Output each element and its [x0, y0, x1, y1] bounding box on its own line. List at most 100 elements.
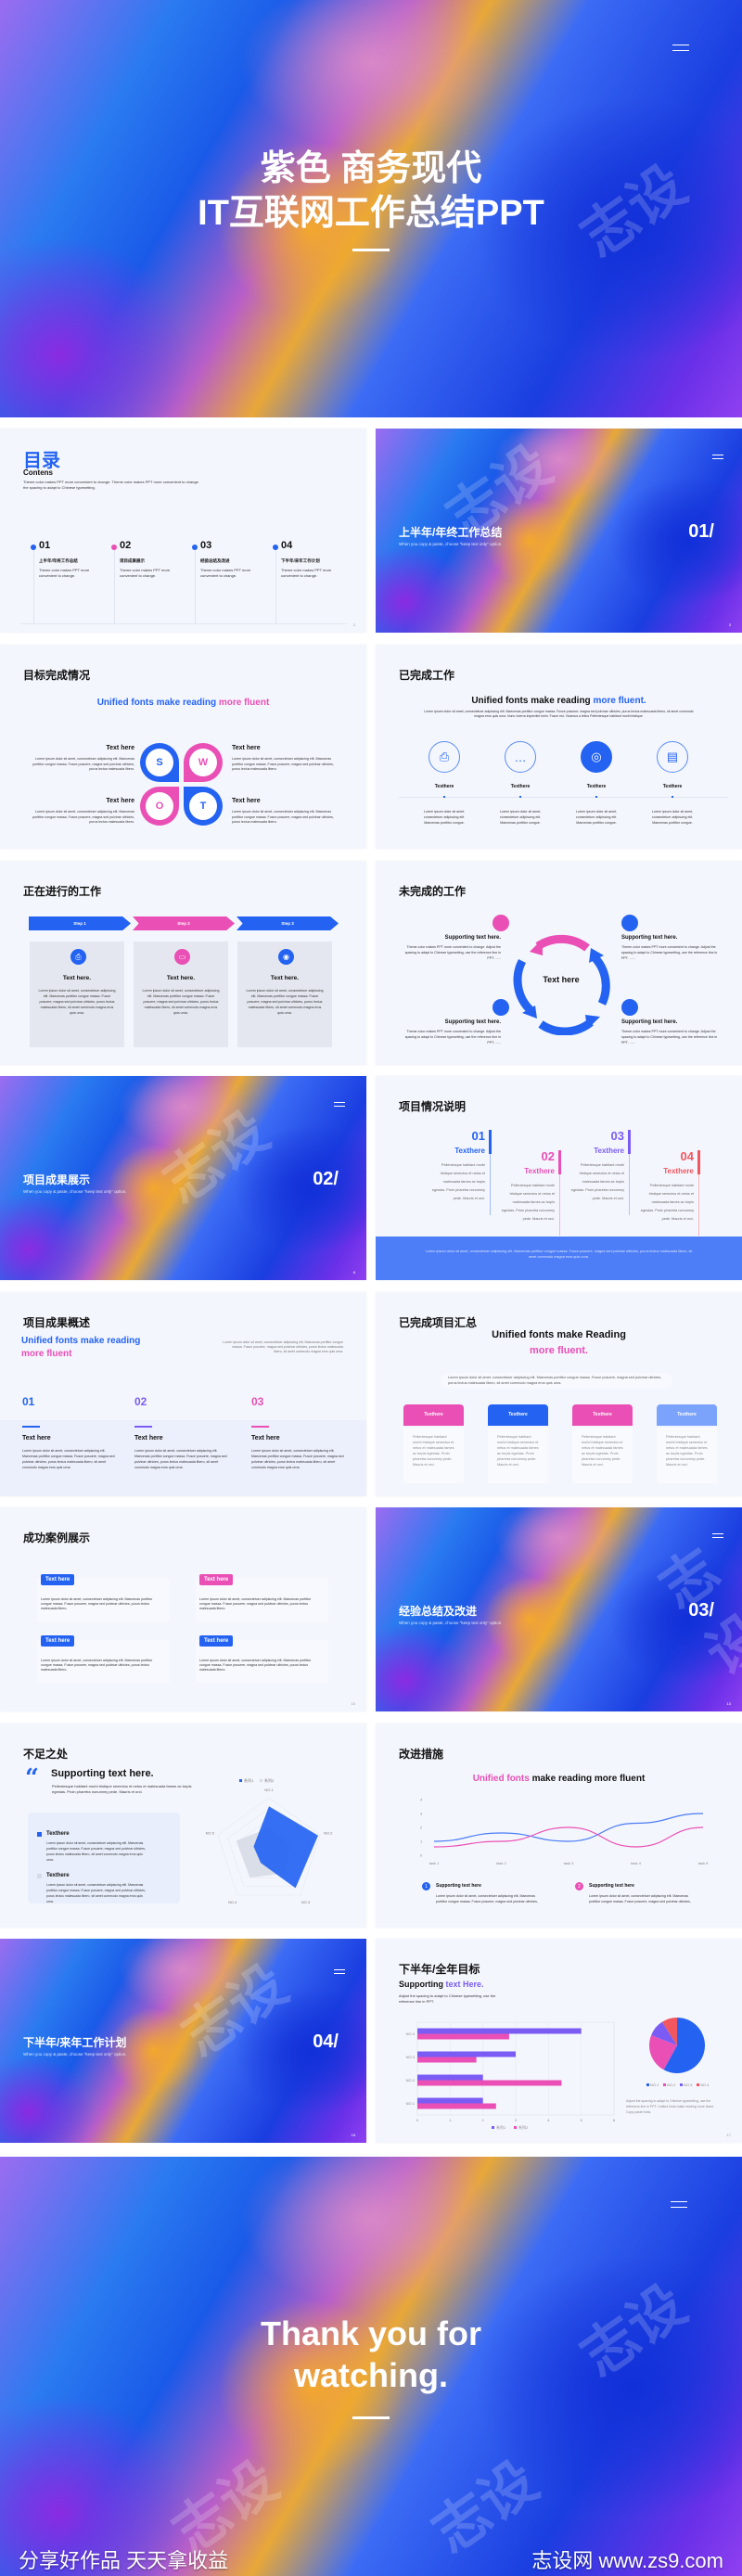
swot-item-text: Lorem ipsum dolor sit amet, consectetuer… — [32, 757, 134, 771]
status-line — [490, 1154, 491, 1215]
contents-number: 03 — [200, 540, 212, 551]
menu-icon[interactable] — [712, 1533, 723, 1538]
step-arrow-3: Step 3 — [237, 916, 339, 930]
bar — [417, 2080, 562, 2086]
section-subtitle: When you copy & paste, choose "keep text… — [23, 2052, 127, 2057]
case-tag[interactable]: Text here — [41, 1574, 75, 1585]
menu-icon[interactable] — [672, 45, 689, 51]
line-series — [433, 1826, 704, 1848]
item-label: Texthere — [434, 784, 454, 789]
legend-label: 系列2 — [264, 1777, 275, 1783]
goals-desc: Adjust the spacing to adapt to Chinese t… — [399, 1993, 496, 2004]
menu-icon[interactable] — [334, 1969, 345, 1974]
page-number: 2 — [352, 622, 355, 627]
case-tag[interactable]: Text here — [199, 1635, 234, 1647]
contents-item-title[interactable]: 上半年/年终工作总结 — [39, 558, 78, 564]
bar-chart: 0 1 2 3 4 5 6 NO.1 NO.2 NO.3 NO.4 系列1 系列2 — [406, 2021, 616, 2130]
swot-item-title: Text here — [232, 745, 261, 751]
y-tick-label: NO.2 — [406, 2078, 416, 2083]
legend-label: 系列2 — [518, 2124, 529, 2130]
swot-w: W — [184, 743, 223, 782]
cycle-arrowhead — [585, 1015, 600, 1030]
page-number: 8 — [352, 1270, 355, 1275]
summary-tab[interactable]: Texthere — [488, 1404, 548, 1426]
headline: Unified fonts make reading more fluent — [376, 1774, 742, 1784]
contents-item-desc: Theme color makes PPT more convenient to… — [39, 568, 90, 578]
item-line — [194, 550, 196, 623]
card-title: Text here. — [166, 975, 196, 981]
legend-label: 系列1 — [496, 2124, 506, 2130]
case-tag[interactable]: Text here — [41, 1635, 75, 1647]
target-icon — [493, 999, 509, 1016]
contents-item-title[interactable]: 下半年/来年工作计划 — [281, 558, 320, 564]
status-number: 04 — [680, 1149, 694, 1163]
y-tick-label: NO.1 — [406, 2101, 416, 2106]
summary-tab[interactable]: Texthere — [403, 1404, 464, 1426]
slide-title: 下半年/全年目标 — [399, 1963, 480, 1976]
status-bar — [697, 1150, 700, 1174]
page-number: 10 — [351, 1701, 355, 1706]
timeline-dot — [672, 796, 673, 798]
contents-item-desc: Theme color makes PPT more convenient to… — [200, 568, 251, 578]
summary-tab[interactable]: Texthere — [657, 1404, 717, 1426]
x-tick-label: 0 — [416, 2118, 419, 2122]
swot-item-text: Lorem ipsum dolor sit amet, consectetuer… — [232, 757, 334, 771]
slide-title: 已完成工作 — [399, 669, 455, 682]
x-tick-label: 2 — [482, 2118, 485, 2122]
thanks-line-1: Thank you for — [260, 2314, 481, 2352]
item-text: Theme color makes PPT more convenient to… — [404, 1030, 501, 1044]
headline-part: Unified fonts make reading — [471, 696, 594, 706]
watermark: 志设 — [421, 2449, 549, 2565]
status-line — [559, 1174, 560, 1236]
watermark: 志设 — [152, 1099, 280, 1215]
result-number: 02 — [134, 1395, 147, 1408]
section-number: 02/ — [313, 1169, 339, 1189]
quote-title: Supporting text here. — [51, 1768, 154, 1779]
contents-item-title[interactable]: 经验总结及改进 — [200, 558, 230, 564]
swot-slide: 目标完成情况 Unified fonts make reading more f… — [0, 645, 366, 849]
x-tick-label: 6 — [613, 2118, 616, 2122]
footer-site[interactable]: 志设网 www.zs9.com — [531, 2544, 723, 2574]
swot-letter: T — [189, 792, 217, 820]
bar — [417, 2103, 496, 2109]
y-tick-label: NO.3 — [406, 2055, 416, 2059]
timeline-dot — [595, 796, 597, 798]
slide-title: 成功案例展示 — [23, 1532, 91, 1544]
bar — [417, 2097, 483, 2104]
x-tick-label: task 2 — [496, 1861, 506, 1865]
item-text: Lorem ipsum dolor sit amet, consectetuer… — [575, 810, 618, 825]
legend-swatch — [514, 2126, 517, 2129]
timeline-dot — [519, 796, 521, 798]
slide-title: 目标完成情况 — [23, 669, 91, 682]
item-text: Lorem ipsum dolor sit amet, consectetuer… — [436, 1894, 538, 1903]
status-number: 02 — [541, 1149, 555, 1163]
status-label: Texthere — [524, 1167, 555, 1175]
document-icon — [493, 915, 509, 931]
y-tick-label: 3 — [420, 1812, 423, 1816]
menu-icon[interactable] — [334, 1102, 345, 1107]
menu-icon[interactable] — [671, 2201, 687, 2208]
headline-part: Unified fonts make reading — [96, 698, 219, 708]
contents-number: 01 — [39, 540, 51, 551]
swot-letter: W — [189, 749, 217, 776]
contents-item-title[interactable]: 项目成果展示 — [120, 558, 145, 564]
watermark: 志设 — [171, 1953, 299, 2069]
thanks-slide: 志设 志设 志设 Thank you for watching. 分享好作品 天… — [0, 2157, 742, 2576]
project-status-slide: 项目情况说明 Lorem ipsum dolor sit amet, conse… — [376, 1076, 742, 1280]
case-text: Lorem ipsum dolor sit amet, consectetuer… — [199, 1659, 312, 1672]
item-text: Lorem ipsum dolor sit amet, consectetuer… — [589, 1894, 691, 1903]
menu-icon[interactable] — [712, 455, 723, 459]
swot-t: T — [184, 787, 223, 826]
cycle-arrow-bottom — [538, 1019, 594, 1035]
case-tag[interactable]: Text here — [199, 1574, 234, 1585]
headline-desc: Lorem ipsum dolor sit amet, consectetuer… — [424, 710, 694, 718]
summary-tab[interactable]: Texthere — [572, 1404, 633, 1426]
headline: Unified fonts make Reading — [492, 1329, 626, 1340]
headline: Unified fonts make reading — [21, 1336, 141, 1346]
swot-item-text: Lorem ipsum dolor sit amet, consectetuer… — [232, 810, 334, 824]
cycle-arrow-top — [535, 934, 590, 952]
result-text: Lorem ipsum dolor sit amet, consectetuer… — [251, 1449, 344, 1469]
y-tick-label: 0 — [420, 1853, 423, 1858]
swot-letter: O — [146, 792, 173, 820]
item-title: Texthere — [46, 1873, 70, 1878]
